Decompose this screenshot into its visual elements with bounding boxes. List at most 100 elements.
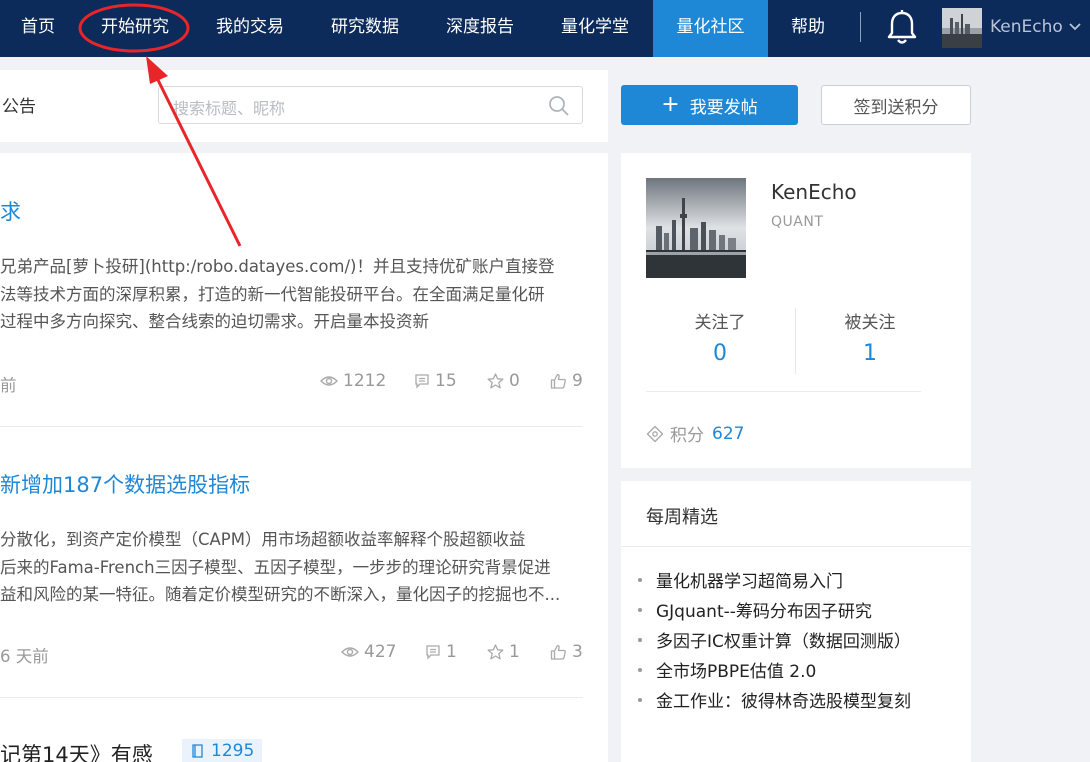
nav-username[interactable]: KenEcho	[990, 0, 1063, 55]
thumbs-up-icon	[550, 373, 566, 389]
eye-icon	[320, 376, 338, 386]
post-title[interactable]: 新增加187个数据选股指标	[0, 469, 250, 499]
followers-stat[interactable]: 被关注 1	[795, 308, 945, 366]
weekly-divider	[621, 546, 971, 547]
search-icon[interactable]	[548, 95, 570, 117]
comments-count: 15	[435, 371, 457, 391]
followers-count[interactable]: 1	[795, 341, 945, 366]
excerpt-line: 兄弟产品[萝卜投研](http:/robo.datayes.com/)！并且支持…	[0, 257, 555, 276]
post-divider	[0, 426, 583, 427]
following-count[interactable]: 0	[645, 341, 795, 366]
profile-divider	[646, 391, 921, 392]
weekly-pick-item[interactable]: 全市场PBPE估值 2.0	[638, 657, 911, 687]
weekly-pick-label: 全市场PBPE估值 2.0	[656, 662, 817, 682]
stars-stat[interactable]: 1	[487, 642, 520, 662]
nav-item-quant-school[interactable]: 量化学堂	[561, 0, 629, 57]
thumbs-up-icon	[550, 644, 566, 660]
views-stat: 427	[341, 642, 396, 662]
nav-item-help[interactable]: 帮助	[791, 0, 825, 57]
likes-stat[interactable]: 9	[550, 371, 583, 391]
views-count: 1295	[211, 741, 255, 761]
nav-divider	[860, 12, 861, 42]
views-stat: 1212	[320, 371, 386, 391]
post-time: 前	[0, 376, 17, 395]
likes-count: 9	[572, 371, 583, 391]
post-divider	[0, 697, 583, 698]
profile-card: KenEcho QUANT 关注了 0 被关注 1 积分 627	[621, 153, 971, 468]
stars-count: 0	[509, 371, 520, 391]
nav-item-research-data[interactable]: 研究数据	[331, 0, 399, 57]
nav-item-home[interactable]: 首页	[21, 0, 55, 57]
search-placeholder: 搜索标题、昵称	[173, 99, 286, 118]
points-row: 积分 627	[646, 421, 744, 446]
comments-stat[interactable]: 1	[425, 642, 457, 662]
bullet-icon	[638, 668, 642, 672]
profile-name[interactable]: KenEcho	[771, 180, 857, 204]
top-navigation-bar: 首页 开始研究 我的交易 研究数据 深度报告 量化学堂 量化社区 帮助 KenE…	[0, 0, 1090, 57]
post-title[interactable]: 求	[0, 196, 21, 226]
star-icon	[487, 373, 504, 389]
nav-item-my-trades[interactable]: 我的交易	[216, 0, 284, 57]
bullet-icon	[638, 698, 642, 702]
bell-icon[interactable]	[884, 8, 920, 46]
weekly-pick-label: 量化机器学习超简易入门	[656, 572, 843, 592]
following-stat[interactable]: 关注了 0	[645, 308, 795, 366]
followers-label: 被关注	[844, 313, 896, 333]
weekly-pick-label: 多因子IC权重计算（数据回测版）	[656, 632, 911, 652]
post-time: 6 天前	[0, 647, 49, 666]
excerpt-line: 益和风险的某一特征。随着定价模型研究的不断深入，量化因子的挖掘也不...	[0, 585, 561, 604]
weekly-pick-item[interactable]: 量化机器学习超简易入门	[638, 567, 911, 597]
weekly-pick-label: 金工作业：彼得林奇选股模型复刻	[656, 692, 911, 712]
book-icon	[192, 744, 203, 758]
comment-icon	[415, 374, 429, 389]
nav-item-quant-community[interactable]: 量化社区	[653, 0, 768, 57]
comments-count: 1	[446, 642, 457, 662]
excerpt-line: 分散化，到资产定价模型（CAPM）用市场超额收益率解释个股超额收益	[0, 530, 526, 549]
excerpt-line: 过程中多方向探究、整合线索的迫切需求。开启量本投资新	[0, 312, 429, 331]
bullet-icon	[638, 608, 642, 612]
stars-count: 1	[509, 642, 520, 662]
excerpt-line: 后来的Fama-French三因子模型、五因子模型，一步步的理论研究背景促进	[0, 557, 551, 577]
new-post-label: 我要发帖	[689, 97, 758, 118]
views-badge: 1295	[182, 739, 263, 762]
tag-icon	[646, 425, 664, 442]
search-input[interactable]: 搜索标题、昵称	[158, 86, 583, 124]
likes-stat[interactable]: 3	[550, 642, 583, 662]
tab-announcements[interactable]: 公告	[2, 92, 36, 117]
post-excerpt: 分散化，到资产定价模型（CAPM）用市场超额收益率解释个股超额收益 后来的Fam…	[0, 526, 580, 609]
star-icon	[487, 644, 504, 660]
weekly-pick-item[interactable]: 金工作业：彼得林奇选股模型复刻	[638, 687, 911, 717]
views-count: 427	[364, 642, 397, 662]
likes-count: 3	[572, 642, 583, 662]
excerpt-line: 法等技术方面的深厚积累，打造的新一代智能投研平台。在全面满足量化研	[0, 284, 545, 304]
weekly-pick-item[interactable]: GJquant--筹码分布因子研究	[638, 597, 911, 627]
sign-in-points-button[interactable]: 签到送积分	[821, 85, 971, 125]
weekly-picks-card: 每周精选 量化机器学习超简易入门 GJquant--筹码分布因子研究 多因子IC…	[621, 481, 971, 762]
points-label: 积分	[670, 426, 704, 446]
sign-in-label: 签到送积分	[853, 97, 939, 118]
comments-stat[interactable]: 15	[414, 371, 457, 391]
profile-role: QUANT	[771, 214, 824, 230]
nav-item-start-research[interactable]: 开始研究	[101, 0, 169, 57]
comment-icon	[426, 645, 440, 660]
post-list: 求 兄弟产品[萝卜投研](http:/robo.datayes.com/)！并且…	[0, 153, 608, 762]
weekly-picks-list: 量化机器学习超简易入门 GJquant--筹码分布因子研究 多因子IC权重计算（…	[638, 567, 911, 717]
new-post-button[interactable]: + 我要发帖	[621, 85, 798, 125]
weekly-pick-label: GJquant--筹码分布因子研究	[656, 602, 872, 622]
following-label: 关注了	[694, 313, 746, 333]
post-excerpt: 兄弟产品[萝卜投研](http:/robo.datayes.com/)！并且支持…	[0, 253, 580, 336]
eye-icon	[341, 647, 359, 657]
search-bar-card: 公告 搜索标题、昵称	[0, 70, 608, 142]
plus-icon: +	[661, 92, 680, 117]
nav-item-deep-reports[interactable]: 深度报告	[446, 0, 514, 57]
post-title[interactable]: 记第14天》有感	[0, 739, 153, 762]
bullet-icon	[638, 638, 642, 642]
points-value[interactable]: 627	[712, 424, 744, 444]
profile-avatar[interactable]	[646, 178, 746, 278]
weekly-pick-item[interactable]: 多因子IC权重计算（数据回测版）	[638, 627, 911, 657]
stars-stat[interactable]: 0	[487, 371, 520, 391]
avatar[interactable]	[942, 8, 982, 48]
chevron-down-icon[interactable]	[1068, 20, 1082, 34]
views-count: 1212	[343, 371, 387, 391]
bullet-icon	[638, 578, 642, 582]
